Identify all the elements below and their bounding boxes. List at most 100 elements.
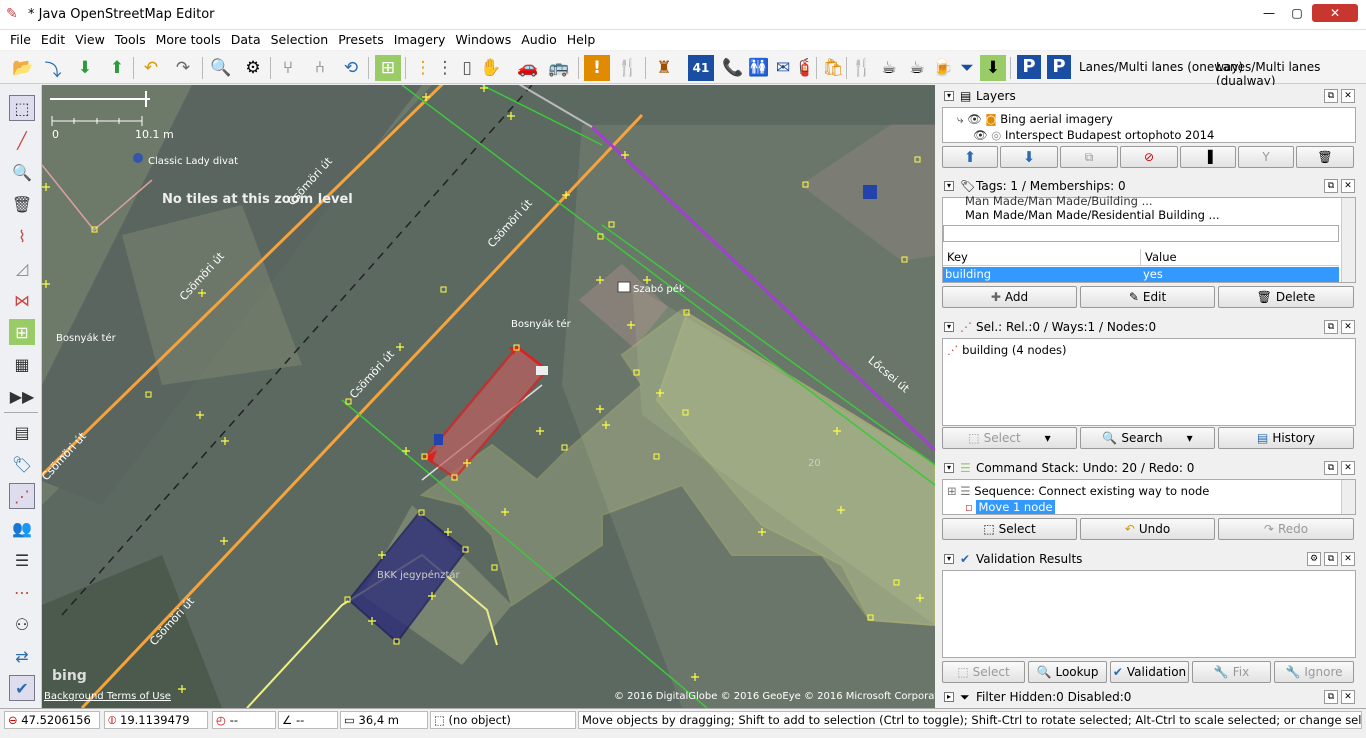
duplicate-icon[interactable]: Y [1238, 146, 1294, 168]
filter-icon[interactable]: ⏷ [954, 55, 980, 81]
bus-icon[interactable]: 🚌 [546, 55, 572, 81]
layer-bing[interactable]: ⤷ 👁 ◙ Bing aerial imagery [957, 112, 1113, 127]
delete-tag-button[interactable]: 🗑 Delete [1218, 286, 1354, 308]
settings-icon[interactable]: ⚙ [1307, 552, 1321, 566]
terms-of-use-link[interactable]: Background Terms of Use [44, 691, 171, 702]
food-icon[interactable]: 🍴 [849, 55, 875, 81]
selection-item[interactable]: ⋰ building (4 nodes) [947, 343, 1067, 358]
move-up-icon[interactable]: ⬆ [942, 146, 998, 168]
show-hide-icon[interactable]: ⊘ [1120, 146, 1178, 168]
close-panel-icon[interactable]: ✕ [1341, 179, 1355, 193]
undock-icon[interactable]: ⧉ [1324, 690, 1338, 704]
fix-button[interactable]: 🔧 Fix [1192, 661, 1271, 683]
undock-icon[interactable]: ⧉ [1324, 179, 1338, 193]
close-panel-icon[interactable]: ✕ [1341, 89, 1355, 103]
close-panel-icon[interactable]: ✕ [1341, 690, 1355, 704]
preset-lanes-dualway[interactable]: Lanes/Multi lanes (dualway) [1216, 60, 1366, 88]
menu-more-tools[interactable]: More tools [151, 30, 226, 49]
map-view[interactable]: 0 10.1 m Classic Lady divat No tiles at … [42, 85, 935, 708]
delete-layer-icon[interactable]: 🗑 [1296, 146, 1354, 168]
menu-help[interactable]: Help [562, 30, 601, 49]
cafe-icon[interactable]: ☕ [876, 55, 902, 81]
expand-toggle[interactable]: ▸ [944, 692, 954, 702]
col-value-header[interactable]: Value [1141, 249, 1339, 266]
relations-icon[interactable]: ⋯ [9, 579, 35, 605]
extrude-icon[interactable]: ⋈ [9, 287, 35, 313]
command-scrollbar[interactable] [1341, 480, 1355, 514]
filter-panel-header[interactable]: ▸ ⏷ Filter Hidden:0 Disabled:0 ⧉ ✕ [940, 688, 1358, 708]
command-select-button[interactable]: ⬚ Select [942, 518, 1077, 540]
parallel-way-icon[interactable]: ◿ [9, 255, 35, 281]
menu-view[interactable]: View [70, 30, 110, 49]
close-panel-icon[interactable]: ✕ [1341, 552, 1355, 566]
castle-icon[interactable]: ♜ [651, 55, 677, 81]
menu-selection[interactable]: Selection [266, 30, 334, 49]
zoom-icon[interactable]: 🔍 [208, 55, 234, 81]
select-button[interactable]: ⬚ Select ▾ [942, 427, 1077, 449]
restaurant-icon[interactable]: 🍴 [615, 55, 641, 81]
redo-icon[interactable]: ↷ [170, 55, 196, 81]
delete-tool-icon[interactable]: 🗑 [9, 191, 35, 217]
collapse-toggle[interactable]: ▾ [944, 91, 954, 101]
combine-way-icon[interactable]: ⑃ [307, 55, 333, 81]
pub-icon[interactable]: 🍺 [930, 55, 956, 81]
search-button[interactable]: 🔍 Search ▾ [1080, 427, 1215, 449]
move-down-icon[interactable]: ⬇ [1000, 146, 1058, 168]
layer-interspect[interactable]: 👁 ◎ Interspect Budapest ortophoto 2014 [973, 128, 1214, 143]
draw-tool-icon[interactable]: ╱ [9, 127, 35, 153]
col-key-header[interactable]: Key [943, 249, 1141, 266]
warning-icon[interactable]: ! [584, 55, 610, 81]
tags-scrollbar[interactable] [1341, 198, 1355, 282]
improve-way-icon[interactable]: ⌇ [9, 223, 35, 249]
route-number-icon[interactable]: 41 [688, 55, 714, 81]
car-icon[interactable]: 🚗 [515, 55, 541, 81]
add-tag-button[interactable]: ✚ Add [942, 286, 1077, 308]
tag-row[interactable]: building yes [943, 267, 1339, 282]
validation-panel-header[interactable]: ▾ ✔ Validation Results ⚙ ⧉ ✕ [940, 550, 1358, 570]
parking2-icon[interactable]: P [1047, 55, 1071, 79]
select-tool-icon[interactable]: ⬚ [9, 95, 35, 121]
menu-windows[interactable]: Windows [450, 30, 516, 49]
preset-residential[interactable]: Man Made/Man Made/Residential Building .… [965, 208, 1220, 223]
validation-toggle-icon[interactable]: ✔ [9, 675, 35, 701]
building-tool-icon[interactable]: ▦ [9, 351, 35, 377]
merge-layer-icon[interactable]: ⧉ [1060, 146, 1118, 168]
menu-file[interactable]: File [5, 30, 36, 49]
maximize-button[interactable]: ▢ [1284, 4, 1310, 22]
edit-tag-button[interactable]: ✎ Edit [1080, 286, 1215, 308]
lookup-button[interactable]: 🔍 Lookup [1028, 661, 1107, 683]
parking-icon[interactable]: P [1017, 55, 1041, 79]
hand-icon[interactable]: ✋ [478, 55, 504, 81]
redo-button[interactable]: ↷ Redo [1218, 518, 1354, 540]
zoom-tool-icon[interactable]: 🔍 [9, 159, 35, 185]
undock-icon[interactable]: ⧉ [1324, 89, 1338, 103]
command-stack-icon[interactable]: ☰ [9, 547, 35, 573]
download-icon[interactable]: ⬇ [72, 55, 98, 81]
selection-panel-header[interactable]: ▾ ⋰ Sel.: Rel.:0 / Ways:1 / Nodes:0 ⧉ ✕ [940, 318, 1358, 338]
undock-icon[interactable]: ⧉ [1324, 461, 1338, 475]
user-list-icon[interactable]: 👥 [9, 515, 35, 541]
close-panel-icon[interactable]: ✕ [1341, 461, 1355, 475]
tags-toggle-icon[interactable]: 🏷 [9, 451, 35, 477]
authors-icon[interactable]: ⚇ [9, 611, 35, 637]
history-button[interactable]: ▤ History [1218, 427, 1354, 449]
preset-search-field[interactable] [943, 225, 1339, 242]
selection-toggle-icon[interactable]: ⋰ [9, 483, 35, 509]
undock-icon[interactable]: ⧉ [1324, 552, 1338, 566]
fire-hydrant-icon[interactable]: 🧯 [792, 55, 818, 81]
menu-presets[interactable]: Presets [333, 30, 389, 49]
undo-icon[interactable]: ↶ [138, 55, 164, 81]
command-item[interactable]: ⊞ ☰ Sequence: Connect existing way to no… [947, 484, 1209, 499]
command-item[interactable]: ▫ Move 1 node [965, 500, 1055, 515]
more-tools-icon[interactable]: ▶▶ [9, 383, 35, 409]
coffee-cup-icon[interactable]: ☕ [904, 55, 930, 81]
close-button[interactable]: ✕ [1312, 4, 1358, 22]
menu-edit[interactable]: Edit [36, 30, 70, 49]
collapse-toggle[interactable]: ▾ [944, 181, 954, 191]
imagery-tool-icon[interactable]: ⊞ [9, 319, 35, 345]
menu-tools[interactable]: Tools [110, 30, 151, 49]
menu-imagery[interactable]: Imagery [389, 30, 451, 49]
presets-icon[interactable]: ⬇ [980, 55, 1006, 81]
ignore-button[interactable]: 🔧 Ignore [1274, 661, 1354, 683]
open-location-icon[interactable]: ⤵ [40, 55, 66, 81]
